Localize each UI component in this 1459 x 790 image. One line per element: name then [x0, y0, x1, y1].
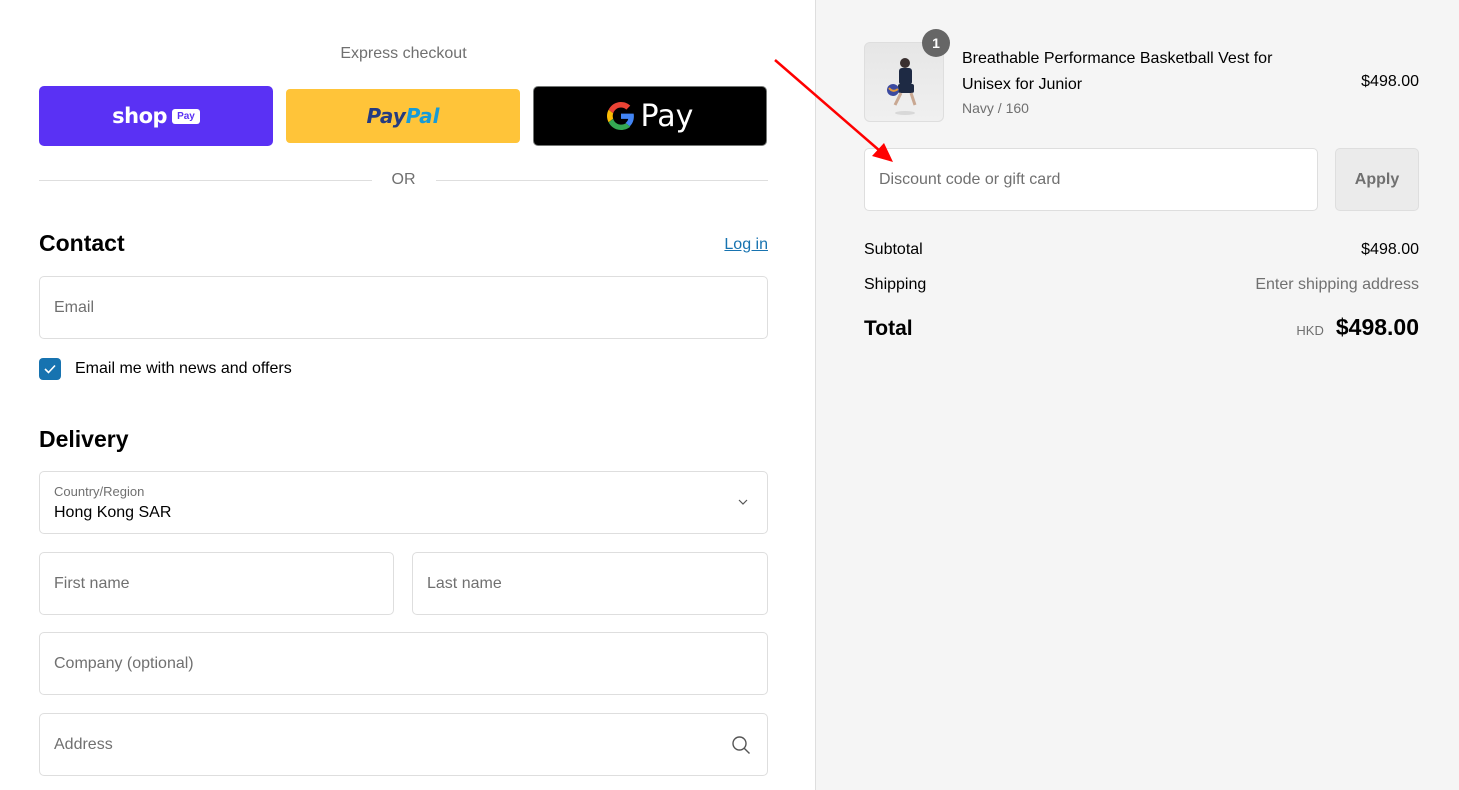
total-row: Total HKD $498.00 — [864, 314, 1419, 341]
shop-pay-button[interactable]: shop Pay — [39, 86, 273, 146]
country-value: Hong Kong SAR — [54, 504, 172, 521]
login-link[interactable]: Log in — [724, 236, 768, 254]
quantity-badge: 1 — [922, 29, 950, 57]
shipping-value: Enter shipping address — [1255, 276, 1419, 293]
discount-input[interactable] — [865, 149, 1317, 210]
address-field[interactable] — [39, 713, 768, 776]
product-variant: Navy / 160 — [962, 100, 1029, 116]
product-price: $498.00 — [1361, 73, 1419, 90]
first-name-input[interactable] — [40, 553, 393, 614]
express-checkout-title: Express checkout — [340, 45, 467, 62]
shop-pay-logo: shop Pay — [112, 104, 200, 128]
apply-button[interactable]: Apply — [1335, 148, 1419, 211]
newsletter-label: Email me with news and offers — [75, 360, 292, 377]
search-icon[interactable] — [731, 735, 751, 755]
google-pay-button[interactable]: Pay — [533, 86, 767, 146]
company-field[interactable] — [39, 632, 768, 695]
email-field[interactable] — [39, 276, 768, 339]
country-select[interactable]: Country/Region Hong Kong SAR — [39, 471, 768, 534]
last-name-field[interactable] — [412, 552, 768, 615]
contact-heading: Contact — [39, 230, 125, 256]
google-g-icon — [606, 102, 634, 130]
company-input[interactable] — [40, 633, 767, 694]
divider-line — [435, 179, 768, 181]
shipping-label: Shipping — [864, 276, 927, 293]
google-pay-logo: Pay — [606, 99, 693, 134]
divider-line — [39, 179, 372, 181]
first-name-field[interactable] — [39, 552, 394, 615]
country-label: Country/Region — [54, 484, 145, 499]
total-label: Total — [864, 317, 913, 340]
shipping-row: Shipping Enter shipping address — [864, 276, 1419, 294]
last-name-input[interactable] — [413, 553, 767, 614]
paypal-logo: PayPal — [366, 104, 440, 128]
checkmark-icon — [44, 364, 56, 374]
product-name: Breathable Performance Basketball Vest f… — [962, 50, 1273, 93]
subtotal-value: $498.00 — [1361, 241, 1419, 258]
address-input[interactable] — [40, 714, 767, 775]
or-divider: OR — [39, 170, 768, 190]
subtotal-label: Subtotal — [864, 241, 923, 258]
subtotal-row: Subtotal $498.00 — [864, 241, 1419, 259]
currency-code: HKD — [1296, 323, 1324, 338]
order-summary-panel: 1 Breathable Performance Basketball Vest… — [815, 0, 1459, 790]
newsletter-checkbox-row[interactable]: Email me with news and offers — [39, 358, 292, 380]
newsletter-checkbox[interactable] — [39, 358, 61, 380]
discount-field[interactable] — [864, 148, 1318, 211]
delivery-heading: Delivery — [39, 426, 129, 452]
paypal-button[interactable]: PayPal — [286, 89, 520, 143]
total-value: $498.00 — [1335, 314, 1419, 340]
chevron-down-icon — [738, 499, 748, 505]
email-input[interactable] — [40, 277, 767, 338]
checkout-form-panel: Express checkout shop Pay PayPal Pay OR … — [0, 0, 815, 790]
